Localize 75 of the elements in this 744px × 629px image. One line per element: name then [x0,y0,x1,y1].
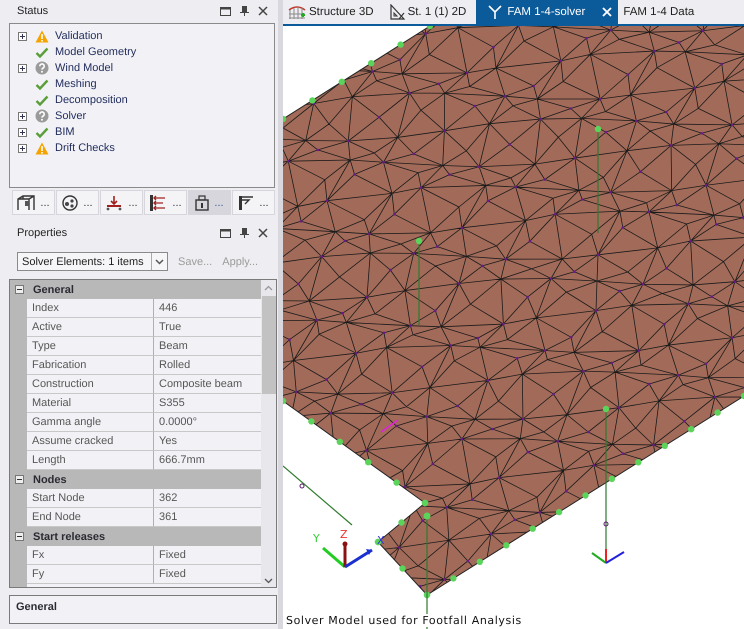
scrollbar[interactable] [261,280,276,587]
category-title: Start releases [32,530,106,542]
panel-title: Status [17,5,50,17]
maximize-icon[interactable] [220,228,231,238]
warning-icon [35,142,49,154]
axis-triad-icon [591,549,625,564]
circle-dots-icon [62,194,78,210]
property-name: Fx [27,546,154,565]
chevron-down-icon [155,258,164,264]
description-title: General [16,601,57,613]
beam-load-icon [105,194,124,210]
column-arrows-icon [149,194,168,210]
property-name: Type [27,337,154,356]
toolbar-button[interactable]: ... [12,190,55,215]
pin-icon[interactable] [240,6,249,16]
property-name: Gamma angle [27,413,154,432]
tree-item[interactable]: Decomposition [52,94,128,106]
property-name: Construction [27,375,154,394]
tree-item[interactable]: Drift Checks [52,142,115,154]
building-icon[interactable] [288,4,306,20]
axis-label: Y [313,532,320,545]
toolbar-button[interactable]: ... [56,190,99,215]
property-name: Assume cracked [27,432,154,451]
category-title: Nodes [32,474,67,486]
property-name: Fabrication [27,356,154,375]
collapse-icon[interactable] [14,532,24,541]
checkmark-icon [35,94,49,106]
tree-item[interactable]: Validation [52,30,102,42]
scrollbar-thumb[interactable] [262,296,276,394]
tab[interactable]: Structure 3D [283,0,384,24]
property-name: Active [27,318,154,337]
tab[interactable]: St. 1 (1) 2D [384,0,476,24]
close-icon[interactable] [258,228,268,238]
expand-icon[interactable] [18,144,27,152]
axis-label: X [377,534,385,547]
tree-item[interactable]: Wind Model [52,62,114,74]
y-shape-icon[interactable] [488,5,502,19]
collapse-icon[interactable] [14,475,24,484]
axis-label: Z [340,528,348,541]
property-name: Start Node [27,489,154,508]
question-icon [35,109,49,123]
category-title: General [32,284,74,296]
selector-dropdown[interactable]: Solver Elements: 1 items [17,252,168,271]
tab[interactable]: FAM 1-4 Data [618,0,704,24]
property-name: Index [27,299,154,318]
property-name: Fy [27,565,154,584]
collapse-icon[interactable] [14,285,24,294]
checkmark-icon [35,126,49,138]
maximize-icon[interactable] [220,6,231,16]
close-icon[interactable] [258,6,268,16]
toolbar-button[interactable]: ... [144,190,187,215]
toolbar-button[interactable]: ... [100,190,143,215]
pin-icon[interactable] [240,228,249,238]
tree-item[interactable]: Model Geometry [52,46,136,58]
tree-item[interactable]: Solver [52,110,86,122]
scroll-down-icon[interactable] [264,578,273,584]
question-icon [35,61,49,75]
tab[interactable]: FAM 1-4-solver [476,0,618,24]
tree-item[interactable]: Meshing [52,78,97,90]
warning-icon [35,30,49,42]
bracket-icon [238,194,254,210]
checkmark-icon [35,46,49,58]
property-name: Material [27,394,154,413]
viewport-caption: Solver Model used for Footfall Analysis [286,614,522,627]
expand-icon[interactable] [18,64,27,72]
frame-icon [17,194,36,210]
expand-icon[interactable] [18,128,27,136]
panel-title: Properties [17,227,68,239]
toolbar-button[interactable]: ... [188,190,231,215]
toolbar-button[interactable]: ... [232,190,275,215]
checkmark-icon [35,78,49,90]
tree-item[interactable]: BIM [52,126,75,138]
expand-icon[interactable] [18,112,27,120]
expand-icon[interactable] [18,32,27,40]
axis-triad-icon [322,542,373,568]
